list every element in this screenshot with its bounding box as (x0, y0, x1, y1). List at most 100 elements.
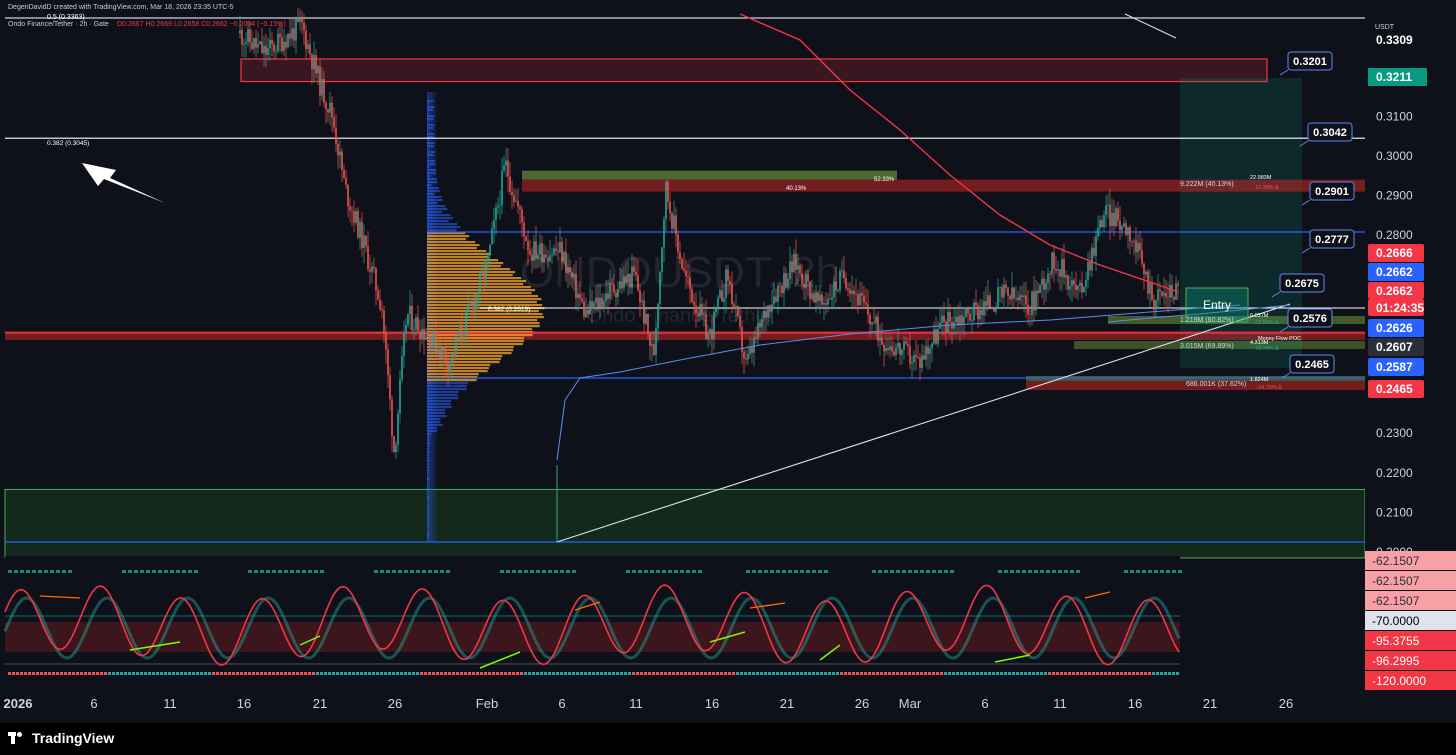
vol-label-1b: 22.983M (1250, 175, 1272, 181)
osc-strip-dot (256, 672, 259, 675)
candle-body (925, 346, 927, 360)
candle-body (1067, 275, 1069, 290)
osc-strip-dot (284, 672, 287, 675)
profile-bar (427, 469, 430, 472)
profile-bar (427, 229, 457, 232)
osc-strip-dot (260, 672, 263, 675)
osc-strip-dot (72, 672, 75, 675)
candle-body (941, 315, 943, 324)
candle-body (867, 304, 869, 315)
time-tick: 16 (705, 696, 719, 711)
osc-signal-dot (572, 570, 576, 573)
price-badge-label: 0.2465 (1376, 382, 1413, 396)
candle-body (477, 293, 479, 295)
price-badge-label: 0.2607 (1376, 340, 1413, 354)
profile-bar (427, 208, 448, 211)
candle-body (361, 221, 363, 248)
osc-strip-dot (376, 672, 379, 675)
osc-signal-dot (416, 570, 420, 573)
osc-signal-dot (434, 570, 438, 573)
candle-body (479, 273, 481, 294)
osc-strip-dot (576, 672, 579, 675)
candle-body (1105, 205, 1107, 215)
callout-label: 0.2777 (1315, 234, 1349, 246)
profile-bar (427, 484, 429, 487)
vol-label-1: 9.222M (40.13%) (1180, 181, 1234, 188)
osc-strip-dot (248, 672, 251, 675)
osc-signal-dot (152, 570, 156, 573)
candle-body (337, 144, 339, 156)
candle-body (413, 329, 415, 331)
candle-body (1007, 287, 1009, 296)
candle-body (349, 206, 351, 211)
osc-strip-dot (456, 672, 459, 675)
candle-body (773, 296, 775, 305)
symbol-title[interactable]: Ondo Finance/Tether · 2h · Gate (8, 21, 109, 28)
candle-body (1081, 282, 1083, 293)
candle-body (855, 294, 857, 295)
candle-body (241, 30, 243, 45)
osc-signal-dot (266, 570, 270, 573)
osc-strip-dot (772, 672, 775, 675)
candle-body (377, 290, 379, 300)
candle-body (339, 151, 341, 156)
osc-strip-dot (508, 672, 511, 675)
candle-body (919, 357, 921, 368)
osc-strip-dot (176, 672, 179, 675)
osc-strip-dot (80, 672, 83, 675)
osc-signal-dot (638, 570, 642, 573)
profile-bar (427, 172, 437, 175)
osc-strip-dot (684, 672, 687, 675)
profile-bar (427, 514, 430, 517)
osc-strip-dot (424, 672, 427, 675)
candle-body (1101, 220, 1103, 228)
tradingview-logo[interactable]: TradingView (8, 730, 114, 746)
profile-bar (427, 394, 458, 397)
candle-body (1139, 242, 1141, 250)
osc-strip-dot (16, 672, 19, 675)
osc-strip-dot (420, 672, 423, 675)
candle-body (1045, 283, 1047, 290)
profile-bar (427, 373, 479, 376)
candle-body (1031, 291, 1033, 315)
osc-strip-dot (1108, 672, 1111, 675)
candle-body (873, 322, 875, 324)
candle-body (1135, 240, 1137, 253)
candle-body (1079, 282, 1081, 286)
profile-bar (427, 364, 491, 367)
osc-strip-dot (1140, 672, 1143, 675)
candle-body (1119, 220, 1121, 231)
profile-bar (427, 178, 438, 181)
osc-strip-dot (356, 672, 359, 675)
candle-body (947, 311, 949, 333)
osc-strip-dot (800, 672, 803, 675)
profile-bar (427, 367, 489, 370)
profile-bar (427, 241, 476, 244)
osc-signal-dot (1034, 570, 1038, 573)
osc-strip-dot (192, 672, 195, 675)
osc-strip-dot (712, 672, 715, 675)
candle-body (651, 344, 653, 346)
osc-strip-dot (568, 672, 571, 675)
osc-strip-dot (292, 672, 295, 675)
candle-body (1163, 292, 1165, 296)
profile-bar (427, 286, 531, 289)
candle-body (997, 287, 999, 309)
candle-body (463, 334, 465, 337)
chart-canvas[interactable]: Entry 0.382 (0.3045) 0.382 (0.2619) 52.33% 4… (0, 0, 1456, 755)
osc-strip-dot (416, 672, 419, 675)
profile-bar (427, 481, 429, 484)
entry-label: Entry (1203, 298, 1231, 312)
osc-signal-dot (374, 570, 378, 573)
candle-body (961, 315, 963, 324)
osc-strip-dot (300, 672, 303, 675)
price-axis: USDT 0.3309 0.3100 0.3000 0.2900 0.2800 0.2300… (1365, 0, 1456, 723)
profile-bar (427, 202, 438, 205)
osc-strip-dot (1068, 672, 1071, 675)
osc-strip-dot (1036, 672, 1039, 675)
candle-body (525, 236, 527, 242)
candle-body (1085, 279, 1087, 287)
osc-strip-dot (396, 672, 399, 675)
osc-signal-dot (158, 570, 162, 573)
candle-body (1055, 268, 1057, 271)
